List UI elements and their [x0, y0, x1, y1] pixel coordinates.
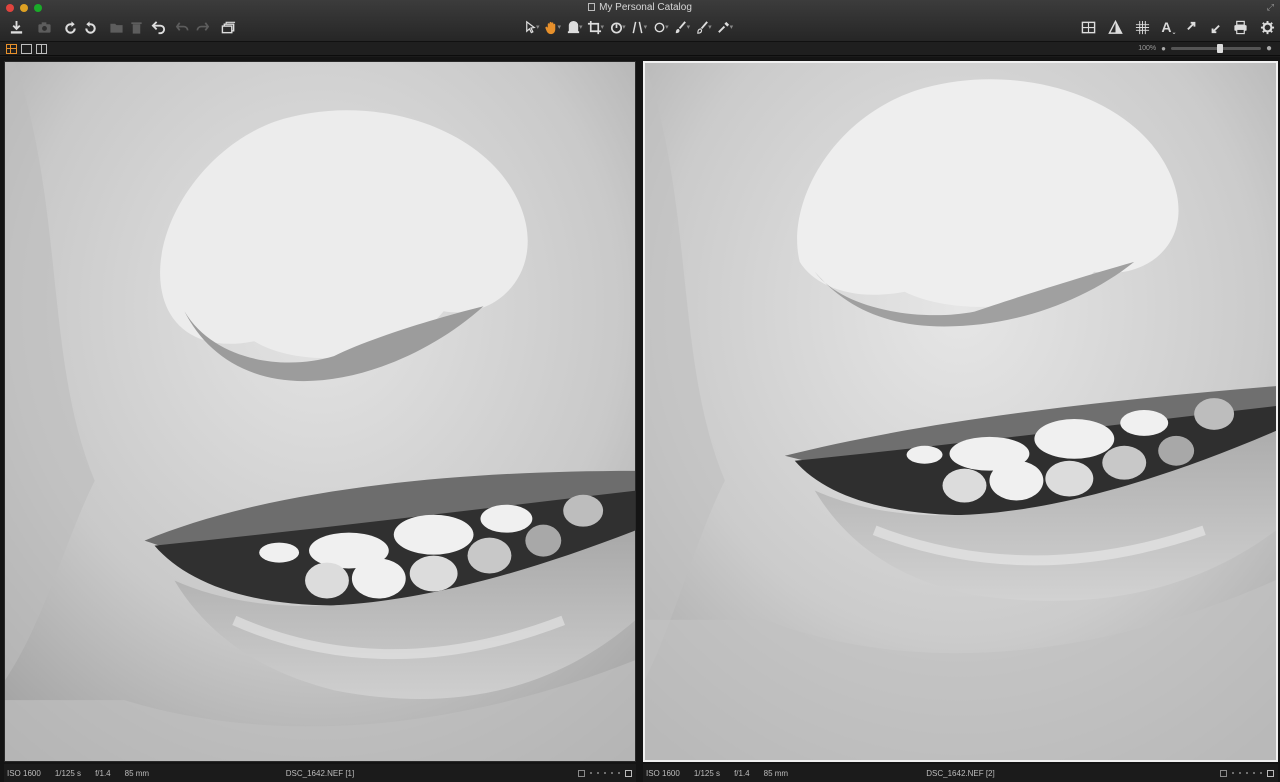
export-arrows-icon[interactable] — [1183, 17, 1203, 37]
fullscreen-icon[interactable]: ⤢ — [1267, 2, 1274, 13]
camera-icon[interactable] — [34, 17, 54, 37]
exposure-warning-icon[interactable] — [1105, 17, 1125, 37]
rating-star-4[interactable] — [611, 772, 613, 774]
zoom-in-person-icon[interactable]: ● — [1266, 43, 1272, 54]
filename-label: DSC_1642.NEF [2] — [926, 768, 995, 778]
rating-star-2[interactable] — [597, 772, 599, 774]
rating-star-5[interactable] — [618, 772, 620, 774]
brush-tool-dropdown-icon[interactable]: ▾ — [687, 23, 691, 31]
grid-view-icon[interactable] — [6, 44, 17, 54]
import-icon[interactable] — [6, 17, 26, 37]
filename-label: DSC_1642.NEF [1] — [285, 768, 355, 778]
straighten-tool-dropdown-icon[interactable]: ▾ — [622, 23, 626, 31]
zoom-out-person-icon[interactable]: ● — [1161, 44, 1166, 53]
toolbar-tools-group: ▾ ▾ ▾ ▾ ▾ ▾ ▾ ▾ ▾ ▾ — [520, 16, 735, 38]
label-flag-icon[interactable] — [625, 769, 632, 777]
import-arrow-icon[interactable] — [1203, 17, 1223, 37]
revert-icon[interactable] — [148, 17, 168, 37]
eraser-tool-dropdown-icon[interactable]: ▾ — [708, 23, 712, 31]
window-chrome: My Personal Catalog ⤢ ▾ ▾ ▾ ▾ ▾ ▾ ▾ ▾ ▾ … — [0, 0, 1280, 42]
rating-star-2[interactable] — [1239, 772, 1241, 774]
rating-controls-right — [1220, 769, 1274, 777]
rating-star-3[interactable] — [604, 772, 606, 774]
rotate-left-icon[interactable] — [60, 17, 80, 37]
undo-icon[interactable] — [172, 17, 192, 37]
label-flag-icon[interactable] — [1267, 769, 1274, 777]
hand-tool-dropdown-icon[interactable]: ▾ — [558, 23, 562, 31]
print-icon[interactable] — [1230, 17, 1250, 37]
document-icon — [588, 3, 596, 11]
view-mode-switcher — [6, 44, 47, 54]
zoom-slider[interactable] — [1170, 44, 1261, 53]
image-viewer: ISO 1600 1/125 s f/1.4 85 mm DSC_1642.NE… — [0, 57, 1280, 782]
status-bar-right: ISO 1600 1/125 s f/1.4 85 mm DSC_1642.NE… — [643, 764, 1278, 782]
picker-tool-dropdown-icon[interactable]: ▾ — [730, 23, 734, 31]
text-icon[interactable]: A ⌄ — [1159, 17, 1179, 37]
keystone-tool-dropdown-icon[interactable]: ▾ — [644, 23, 648, 31]
rating-star-1[interactable] — [1232, 772, 1234, 774]
crop-tool-dropdown-icon[interactable]: ▾ — [601, 23, 605, 31]
rating-controls-left — [578, 769, 632, 777]
compare-view-icon[interactable] — [36, 44, 47, 54]
image-pane-left[interactable] — [4, 61, 636, 762]
image-pane-right[interactable] — [643, 61, 1278, 762]
zoom-percent-label: 100% — [1138, 45, 1157, 52]
reject-box-icon[interactable] — [578, 769, 585, 777]
settings-gear-icon[interactable] — [1257, 17, 1277, 37]
toolbar-right-group: A ⌄ — [1078, 16, 1277, 38]
status-bar-left: ISO 1600 1/125 s f/1.4 85 mm DSC_1642.NE… — [4, 764, 636, 782]
rating-star-1[interactable] — [590, 772, 592, 774]
rotate-right-icon[interactable] — [80, 17, 100, 37]
toolbar-left-group — [6, 16, 238, 38]
single-view-icon[interactable] — [21, 44, 32, 54]
folder-icon[interactable] — [106, 17, 126, 37]
reject-box-icon[interactable] — [1220, 769, 1227, 777]
main-toolbar: ▾ ▾ ▾ ▾ ▾ ▾ ▾ ▾ ▾ ▾ A ⌄ — [0, 16, 1280, 38]
rating-star-5[interactable] — [1260, 772, 1262, 774]
rating-star-4[interactable] — [1253, 772, 1255, 774]
zoom-control: 100% ● ● — [1138, 43, 1272, 54]
rating-star-3[interactable] — [1246, 772, 1248, 774]
grid-icon[interactable] — [1132, 17, 1152, 37]
compare-icon[interactable] — [1078, 17, 1098, 37]
loupe-tool-dropdown-icon[interactable]: ▾ — [579, 23, 583, 31]
window-title-bar: My Personal Catalog — [0, 2, 1280, 13]
redo-icon[interactable] — [192, 17, 212, 37]
zoom-slider-knob[interactable] — [1216, 44, 1223, 53]
trash-icon[interactable] — [126, 17, 146, 37]
stack-icon[interactable] — [218, 17, 238, 37]
photo-left — [5, 62, 635, 761]
view-options-bar: 100% ● ● — [0, 42, 1280, 56]
window-title: My Personal Catalog — [599, 2, 692, 13]
spot-tool-dropdown-icon[interactable]: ▾ — [665, 23, 669, 31]
select-tool-dropdown-icon[interactable]: ▾ — [536, 23, 540, 31]
photo-right — [645, 63, 1276, 760]
